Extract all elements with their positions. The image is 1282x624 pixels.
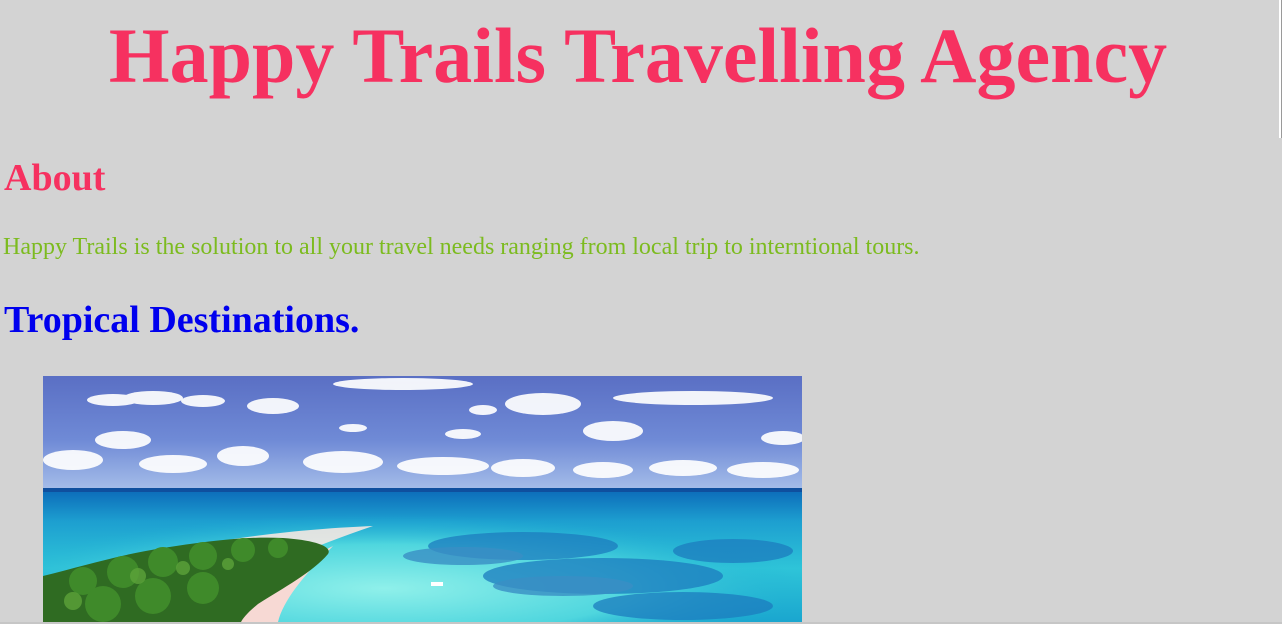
page: Happy Trails Travelling Agency About Hap… — [0, 0, 1282, 624]
about-description: Happy Trails is the solution to all your… — [3, 234, 920, 260]
tropical-destinations-heading: Tropical Destinations. — [4, 299, 360, 341]
tropical-beach-image — [43, 376, 802, 622]
page-title: Happy Trails Travelling Agency — [108, 12, 1168, 99]
about-heading: About — [4, 157, 106, 199]
